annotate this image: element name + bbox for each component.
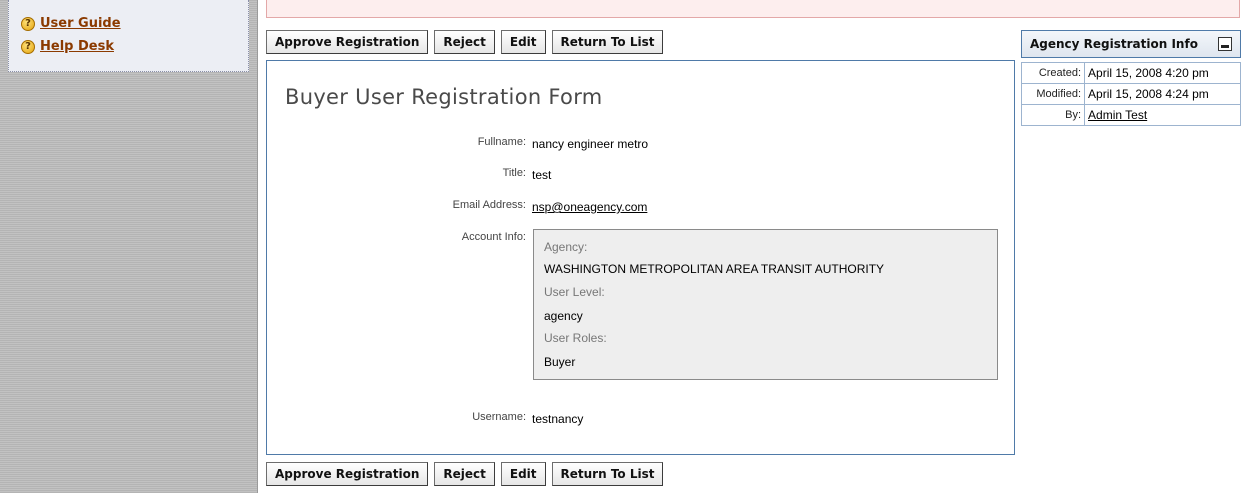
- help-icon: ?: [21, 39, 35, 54]
- form-title: Buyer User Registration Form: [285, 85, 603, 109]
- edit-button[interactable]: Edit: [500, 462, 546, 486]
- title-value: test: [532, 168, 552, 182]
- title-label: Title:: [502, 167, 526, 179]
- info-table: Created: April 15, 2008 4:20 pm Modified…: [1020, 62, 1241, 126]
- return-to-list-button[interactable]: Return To List: [551, 30, 664, 54]
- approve-registration-button[interactable]: Approve Registration: [266, 30, 429, 54]
- reject-button[interactable]: Reject: [434, 462, 495, 486]
- approve-registration-button[interactable]: Approve Registration: [266, 462, 429, 486]
- help-desk-label[interactable]: Help Desk: [40, 39, 114, 54]
- created-label: Created:: [1020, 62, 1086, 84]
- user-roles-label: User Roles:: [544, 331, 607, 345]
- registration-info-panel: Agency Registration Info Created: April …: [1020, 30, 1241, 143]
- user-guide-link[interactable]: ? User Guide: [21, 16, 121, 31]
- email-link[interactable]: nsp@oneagency.com: [532, 200, 647, 214]
- username-label: Username:: [472, 411, 526, 423]
- username-value: testnancy: [532, 412, 584, 426]
- message-bar: [266, 0, 1240, 18]
- info-row-by: By: Admin Test: [1020, 104, 1241, 126]
- modified-label: Modified:: [1020, 83, 1086, 105]
- by-label: By:: [1020, 104, 1086, 126]
- reject-button[interactable]: Reject: [434, 30, 495, 54]
- user-level-label: User Level:: [544, 285, 605, 299]
- fullname-value: nancy engineer metro: [532, 137, 649, 151]
- help-links-box: ? User Guide ? Help Desk: [8, 0, 249, 72]
- agency-value: WASHINGTON METROPOLITAN AREA TRANSIT AUT…: [544, 262, 885, 276]
- agency-label: Agency:: [544, 240, 588, 254]
- user-guide-label[interactable]: User Guide: [40, 16, 121, 31]
- user-roles-value: Buyer: [544, 355, 576, 369]
- help-icon: ?: [21, 16, 35, 31]
- return-to-list-button[interactable]: Return To List: [551, 462, 664, 486]
- account-info-label: Account Info:: [461, 231, 526, 243]
- info-row-created: Created: April 15, 2008 4:20 pm: [1020, 62, 1241, 84]
- bottom-action-bar: Approve Registration Reject Edit Return …: [266, 462, 664, 486]
- fullname-label: Fullname:: [477, 136, 526, 148]
- user-level-value: agency: [544, 309, 583, 323]
- created-value: April 15, 2008 4:20 pm: [1084, 62, 1241, 84]
- admin-user-link[interactable]: Admin Test: [1088, 108, 1147, 122]
- sidebar: ? User Guide ? Help Desk: [0, 0, 258, 493]
- edit-button[interactable]: Edit: [500, 30, 546, 54]
- info-panel-header: Agency Registration Info: [1021, 30, 1241, 58]
- registration-form-panel: Buyer User Registration Form Fullname: n…: [266, 60, 1015, 455]
- account-info-box: Agency: WASHINGTON METROPOLITAN AREA TRA…: [533, 229, 998, 380]
- by-cell: Admin Test: [1084, 104, 1241, 126]
- modified-value: April 15, 2008 4:24 pm: [1084, 83, 1241, 105]
- info-panel-title: Agency Registration Info: [1030, 37, 1198, 51]
- top-action-bar: Approve Registration Reject Edit Return …: [266, 30, 664, 54]
- email-label: Email Address:: [452, 199, 526, 211]
- minimize-icon[interactable]: [1218, 37, 1232, 51]
- info-row-modified: Modified: April 15, 2008 4:24 pm: [1020, 83, 1241, 105]
- help-desk-link[interactable]: ? Help Desk: [21, 39, 114, 54]
